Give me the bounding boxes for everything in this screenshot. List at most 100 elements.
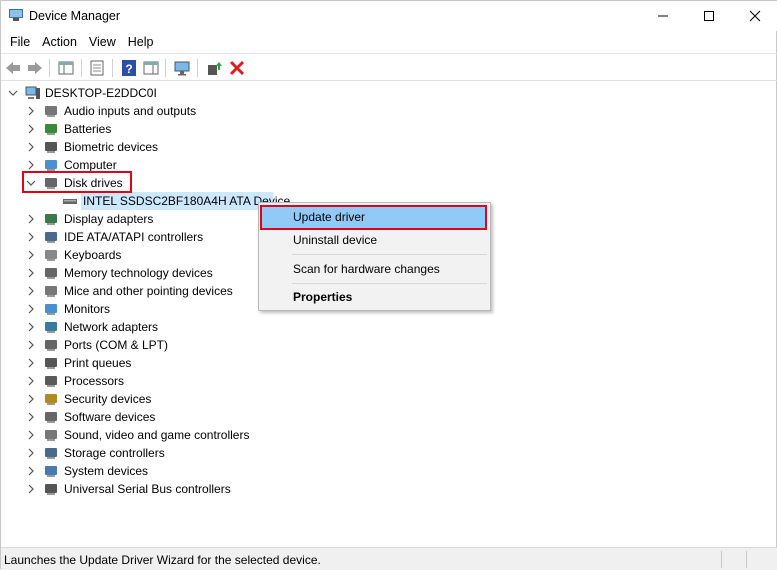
chevron-right-icon[interactable]	[26, 286, 36, 296]
chevron-right-icon[interactable]	[26, 106, 36, 116]
chevron-right-icon[interactable]	[26, 484, 36, 494]
chevron-right-icon[interactable]	[26, 340, 36, 350]
chevron-right-icon[interactable]	[26, 268, 36, 278]
properties-toolbar-button[interactable]	[87, 58, 107, 78]
tree-category-label: Monitors	[64, 302, 111, 316]
forward-arrow-icon	[28, 62, 42, 74]
tree-category-label: Memory technology devices	[64, 266, 213, 280]
help-icon: ?	[122, 60, 136, 76]
tree-category-label: Network adapters	[64, 320, 159, 334]
red-x-icon	[229, 60, 245, 76]
tree-category-label: Processors	[64, 374, 125, 388]
menu-action[interactable]: Action	[36, 31, 83, 53]
ctx-uninstall-device[interactable]: Uninstall device	[262, 229, 487, 251]
processor-icon	[45, 376, 57, 387]
menu-file[interactable]: File	[4, 31, 36, 53]
tree-category-label: Sound, video and game controllers	[64, 428, 250, 442]
sound-icon	[45, 430, 57, 441]
chevron-right-icon[interactable]	[26, 322, 36, 332]
action-pane-button[interactable]	[141, 58, 161, 78]
device-tree: DESKTOP-E2DDC0I Audio inputs and outputs…	[1, 82, 777, 547]
menu-help[interactable]: Help	[122, 31, 160, 53]
forward-button[interactable]	[25, 58, 45, 78]
chevron-right-icon[interactable]	[26, 394, 36, 404]
chevron-right-icon[interactable]	[26, 160, 36, 170]
tree-category-label: Storage controllers	[64, 446, 165, 460]
monitor-icon	[45, 304, 57, 315]
update-driver-highlight-box	[260, 205, 487, 230]
tree-category-label: Keyboards	[64, 248, 122, 262]
tree-category-label: Software devices	[64, 410, 156, 424]
chevron-right-icon[interactable]	[26, 250, 36, 260]
chevron-right-icon[interactable]	[26, 304, 36, 314]
system-device-icon	[45, 466, 57, 477]
chevron-down-icon[interactable]	[8, 88, 18, 98]
device-manager-window: Device Manager File Action View Help ? D…	[0, 0, 777, 570]
scan-monitor-icon	[174, 61, 190, 76]
chevron-right-icon[interactable]	[26, 124, 36, 134]
tree-category-label: Security devices	[64, 392, 152, 406]
help-toolbar-button[interactable]: ?	[119, 58, 139, 78]
minimize-icon	[658, 15, 668, 17]
ctx-separator	[292, 254, 487, 255]
memory-icon	[45, 268, 57, 279]
computer-icon	[25, 86, 40, 99]
disk-drive-icon	[63, 199, 77, 204]
tree-category[interactable]: Ports (COM & LPT)	[1, 336, 401, 354]
network-adapter-icon	[45, 322, 57, 333]
tree-root[interactable]: DESKTOP-E2DDC0I	[1, 84, 401, 102]
status-text: Launches the Update Driver Wizard for th…	[4, 553, 321, 567]
chevron-right-icon[interactable]	[26, 376, 36, 386]
printer-icon	[45, 358, 57, 369]
tree-category[interactable]: Security devices	[1, 390, 401, 408]
tree-category[interactable]: Batteries	[1, 120, 401, 138]
uninstall-toolbar-button[interactable]	[227, 58, 247, 78]
tree-category[interactable]: Biometric devices	[1, 138, 401, 156]
tree-category[interactable]: Software devices	[1, 408, 401, 426]
chevron-right-icon[interactable]	[26, 466, 36, 476]
chevron-right-icon[interactable]	[26, 214, 36, 224]
status-bar: Launches the Update Driver Wizard for th…	[1, 547, 777, 570]
chevron-right-icon[interactable]	[26, 412, 36, 422]
ctx-scan-hardware[interactable]: Scan for hardware changes	[262, 258, 487, 280]
ctx-separator	[292, 283, 487, 284]
maximize-button[interactable]	[686, 1, 732, 31]
chevron-right-icon[interactable]	[26, 448, 36, 458]
scan-hardware-button[interactable]	[172, 58, 192, 78]
tree-category[interactable]: Sound, video and game controllers	[1, 426, 401, 444]
action-pane-icon	[143, 61, 159, 75]
back-button[interactable]	[3, 58, 23, 78]
tree-category[interactable]: Processors	[1, 372, 401, 390]
menu-bar: File Action View Help	[1, 31, 777, 53]
chevron-right-icon[interactable]	[26, 232, 36, 242]
speaker-icon	[45, 106, 57, 117]
tree-category[interactable]: Universal Serial Bus controllers	[1, 480, 401, 498]
show-hide-console-tree-button[interactable]	[56, 58, 76, 78]
ide-controller-icon	[45, 232, 57, 243]
update-driver-toolbar-button[interactable]	[204, 58, 224, 78]
chevron-right-icon[interactable]	[26, 358, 36, 368]
tree-category-label: IDE ATA/ATAPI controllers	[64, 230, 204, 244]
tree-category-label: Ports (COM & LPT)	[64, 338, 169, 352]
tree-category[interactable]: Network adapters	[1, 318, 401, 336]
tree-category-label: Display adapters	[64, 212, 154, 226]
disk-drives-highlight-box	[22, 171, 132, 193]
display-adapter-icon	[45, 214, 57, 225]
minimize-button[interactable]	[640, 1, 686, 31]
tree-category-label: Batteries	[64, 122, 112, 136]
chevron-right-icon[interactable]	[26, 430, 36, 440]
tree-category[interactable]: Print queues	[1, 354, 401, 372]
tree-category[interactable]: Storage controllers	[1, 444, 401, 462]
tree-category[interactable]: Audio inputs and outputs	[1, 102, 401, 120]
close-button[interactable]	[732, 1, 777, 31]
title-bar: Device Manager	[1, 1, 777, 31]
chevron-right-icon[interactable]	[26, 142, 36, 152]
ctx-properties[interactable]: Properties	[262, 286, 487, 308]
device-manager-icon	[9, 9, 23, 21]
security-key-icon	[45, 394, 57, 405]
tree-category[interactable]: System devices	[1, 462, 401, 480]
properties-sheet-icon	[90, 60, 104, 76]
menu-view[interactable]: View	[83, 31, 122, 53]
tree-root-label: DESKTOP-E2DDC0I	[45, 86, 157, 100]
software-device-icon	[45, 412, 57, 423]
